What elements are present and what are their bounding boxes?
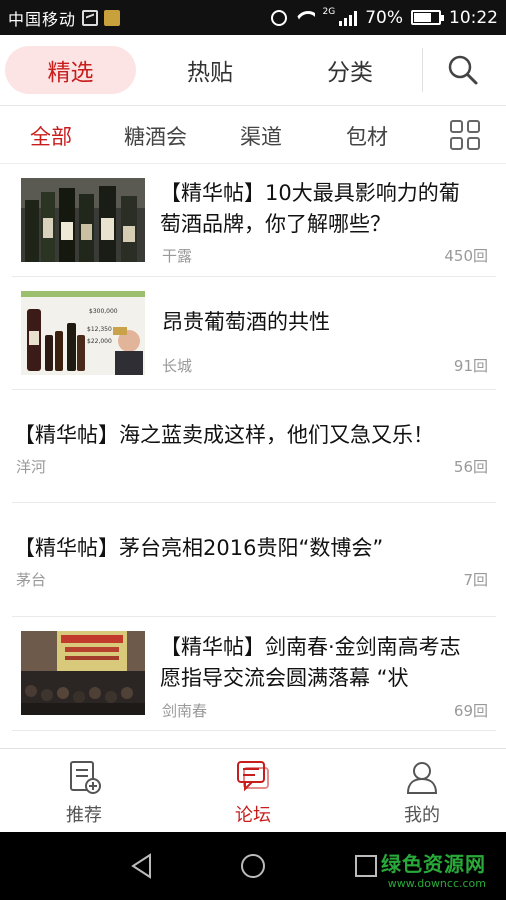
nav-forum[interactable]: 论坛 <box>213 759 293 827</box>
list-item[interactable]: 【精华帖】茅台亮相2016贵阳“数博会” 茅台 7回 <box>12 503 496 617</box>
category-tangjiuhui[interactable]: 糖酒会 <box>124 121 187 151</box>
post-author: 剑南春 <box>162 702 208 720</box>
nav-forum-label: 论坛 <box>235 805 271 826</box>
post-thumbnail: $300,000 $12,350 $22,000 <box>21 291 145 375</box>
post-title[interactable]: 【精华帖】剑南春·金剑南高考志 愿指导交流会圆满落幕 “状 <box>160 632 461 694</box>
carrier-label: 中国移动 <box>8 9 77 29</box>
post-author: 洋河 <box>16 458 47 476</box>
category-channel[interactable]: 渠道 <box>240 121 282 151</box>
network-type: 2G <box>322 6 336 17</box>
battery-percent: 70% <box>365 7 403 28</box>
watermark: 绿色资源网 www.downcc.com <box>381 848 486 890</box>
reply-count: 91回 <box>453 357 488 375</box>
reply-count: 69回 <box>453 702 488 720</box>
top-tab-bar: 精选 热贴 分类 <box>0 35 506 106</box>
wifi-icon <box>295 11 315 25</box>
bottom-nav: 推荐 论坛 我的 <box>0 748 506 832</box>
post-thumbnail <box>21 178 145 262</box>
home-icon[interactable] <box>239 852 267 880</box>
app-notification-icon <box>104 9 121 26</box>
category-packaging[interactable]: 包材 <box>346 121 388 151</box>
recents-icon[interactable] <box>352 852 380 880</box>
post-list: 【精华帖】10大最具影响力的葡 萄酒品牌，你了解哪些？ 干露 450回 $300… <box>0 164 506 748</box>
clock: 10:22 <box>449 7 498 28</box>
reply-count: 450回 <box>444 247 488 265</box>
profile-icon <box>406 762 438 794</box>
status-bar: 中国移动 2G 70% 10:22 <box>0 0 506 35</box>
post-author: 干露 <box>162 247 193 265</box>
svg-text:$22,000: $22,000 <box>87 338 112 345</box>
system-nav-bar: 绿色资源网 www.downcc.com <box>0 832 506 900</box>
svg-text:$300,000: $300,000 <box>89 308 118 315</box>
nav-profile[interactable]: 我的 <box>382 759 462 827</box>
reply-count: 7回 <box>463 571 488 589</box>
post-author: 长城 <box>162 357 193 375</box>
nav-recommend[interactable]: 推荐 <box>44 759 124 827</box>
nav-profile-label: 我的 <box>404 805 440 826</box>
watermark-brand: 绿色资源网 <box>381 852 486 876</box>
recommend-icon <box>70 761 101 794</box>
tab-featured[interactable]: 精选 <box>5 46 136 94</box>
post-title[interactable]: 昂贵葡萄酒的共性 <box>162 307 330 338</box>
post-thumbnail <box>21 631 145 715</box>
signal-icon <box>339 10 358 26</box>
post-title[interactable]: 【精华帖】茅台亮相2016贵阳“数博会” <box>14 533 383 564</box>
nav-recommend-label: 推荐 <box>66 805 102 826</box>
post-author: 茅台 <box>16 571 47 589</box>
search-button[interactable] <box>423 35 503 106</box>
watermark-url: www.downcc.com <box>387 877 486 890</box>
gallery-icon <box>82 9 99 26</box>
tab-categories[interactable]: 分类 <box>280 46 420 94</box>
svg-text:$12,350: $12,350 <box>87 326 112 333</box>
category-all[interactable]: 全部 <box>30 121 72 151</box>
search-icon <box>448 55 478 85</box>
category-tab-bar: 全部 糖酒会 渠道 包材 <box>0 107 506 164</box>
list-item[interactable]: 【精华帖】剑南春·金剑南高考志 愿指导交流会圆满落幕 “状 剑南春 69回 <box>12 617 496 731</box>
grid-view-button[interactable] <box>450 120 480 150</box>
list-item[interactable]: 【精华帖】10大最具影响力的葡 萄酒品牌，你了解哪些？ 干露 450回 <box>12 164 496 277</box>
grid-icon <box>450 120 463 133</box>
tab-hot-posts[interactable]: 热贴 <box>140 46 280 94</box>
list-item[interactable]: 【精华帖】海之蓝卖成这样，他们又急又乐！ 洋河 56回 <box>12 390 496 503</box>
back-icon[interactable] <box>128 852 156 880</box>
alarm-icon <box>270 9 287 26</box>
post-title[interactable]: 【精华帖】10大最具影响力的葡 萄酒品牌，你了解哪些？ <box>160 178 460 240</box>
battery-icon <box>411 10 444 25</box>
post-title[interactable]: 【精华帖】海之蓝卖成这样，他们又急又乐！ <box>14 420 434 451</box>
list-item[interactable]: $300,000 $12,350 $22,000 昂贵葡萄酒的共性 长城 91回 <box>12 277 496 390</box>
forum-icon <box>237 761 269 792</box>
reply-count: 56回 <box>453 458 488 476</box>
